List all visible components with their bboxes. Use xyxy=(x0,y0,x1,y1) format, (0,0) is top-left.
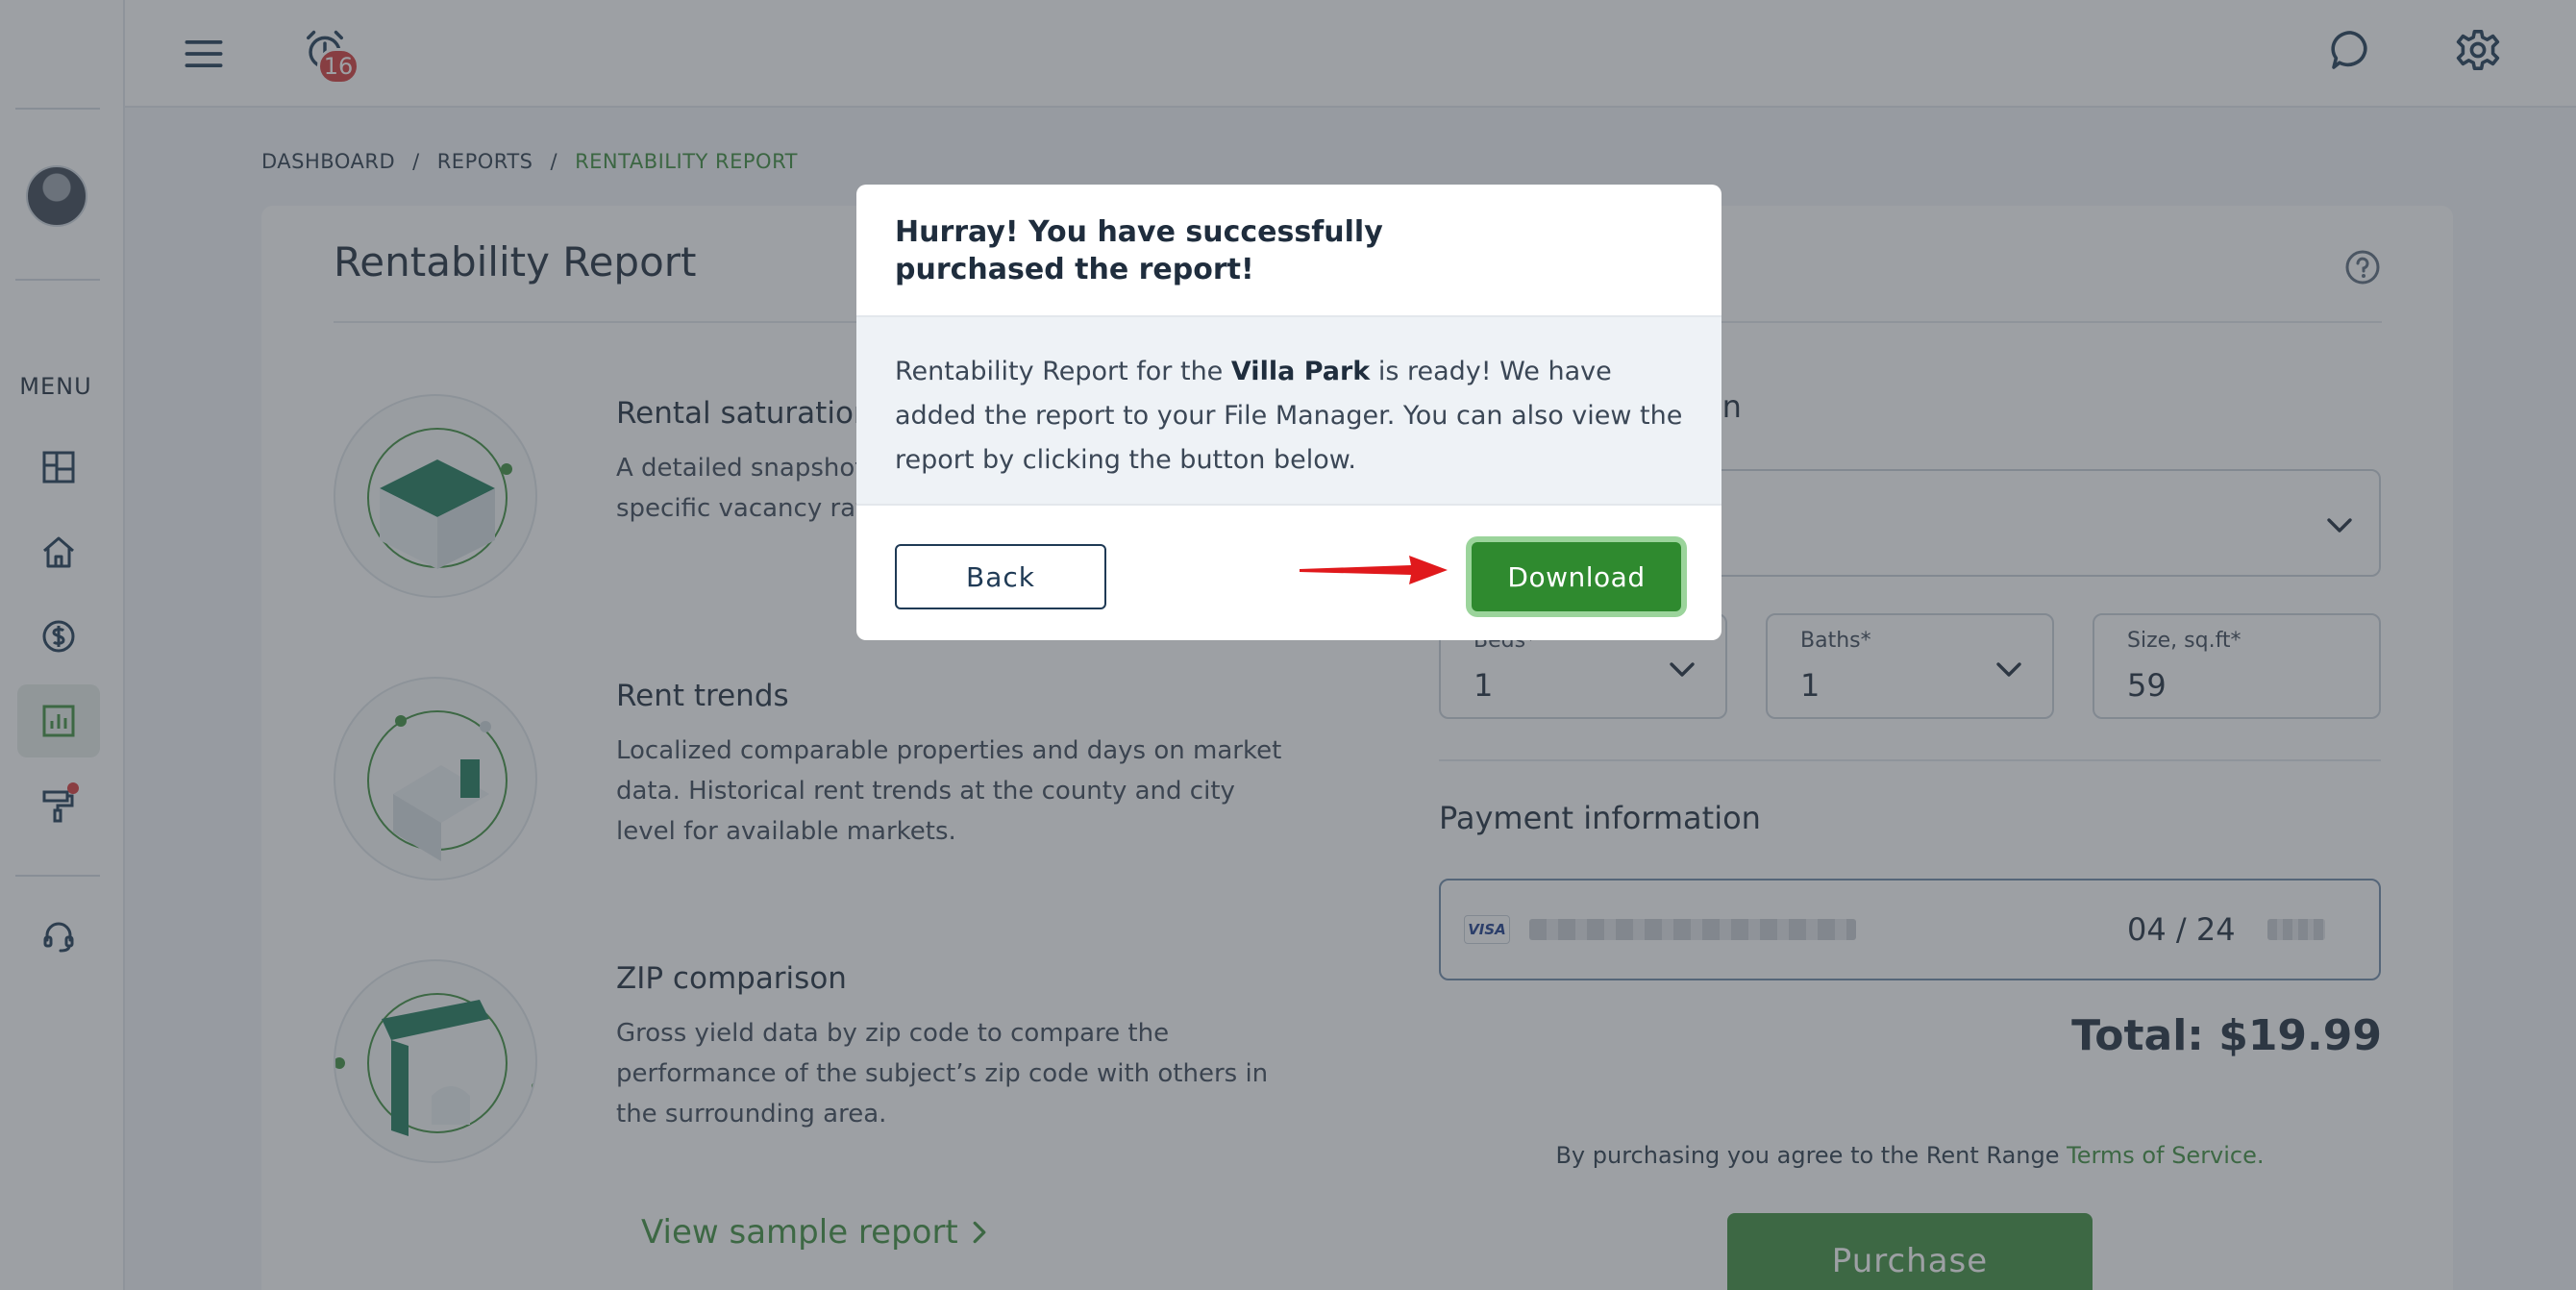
modal-message-prefix: Rentability Report for the xyxy=(895,357,1231,386)
modal-title: Hurray! You have successfully purchased … xyxy=(895,215,1383,286)
modal-header: Hurray! You have successfully purchased … xyxy=(856,185,1721,317)
red-arrow-icon xyxy=(1300,556,1448,584)
download-button[interactable]: Download xyxy=(1472,542,1681,611)
modal-body: Rentability Report for the Villa Park is… xyxy=(856,317,1721,506)
purchase-success-modal: Hurray! You have successfully purchased … xyxy=(856,185,1721,640)
back-button[interactable]: Back xyxy=(895,544,1106,609)
modal-message: Rentability Report for the Villa Park is… xyxy=(895,350,1683,483)
modal-message-location: Villa Park xyxy=(1230,357,1371,386)
